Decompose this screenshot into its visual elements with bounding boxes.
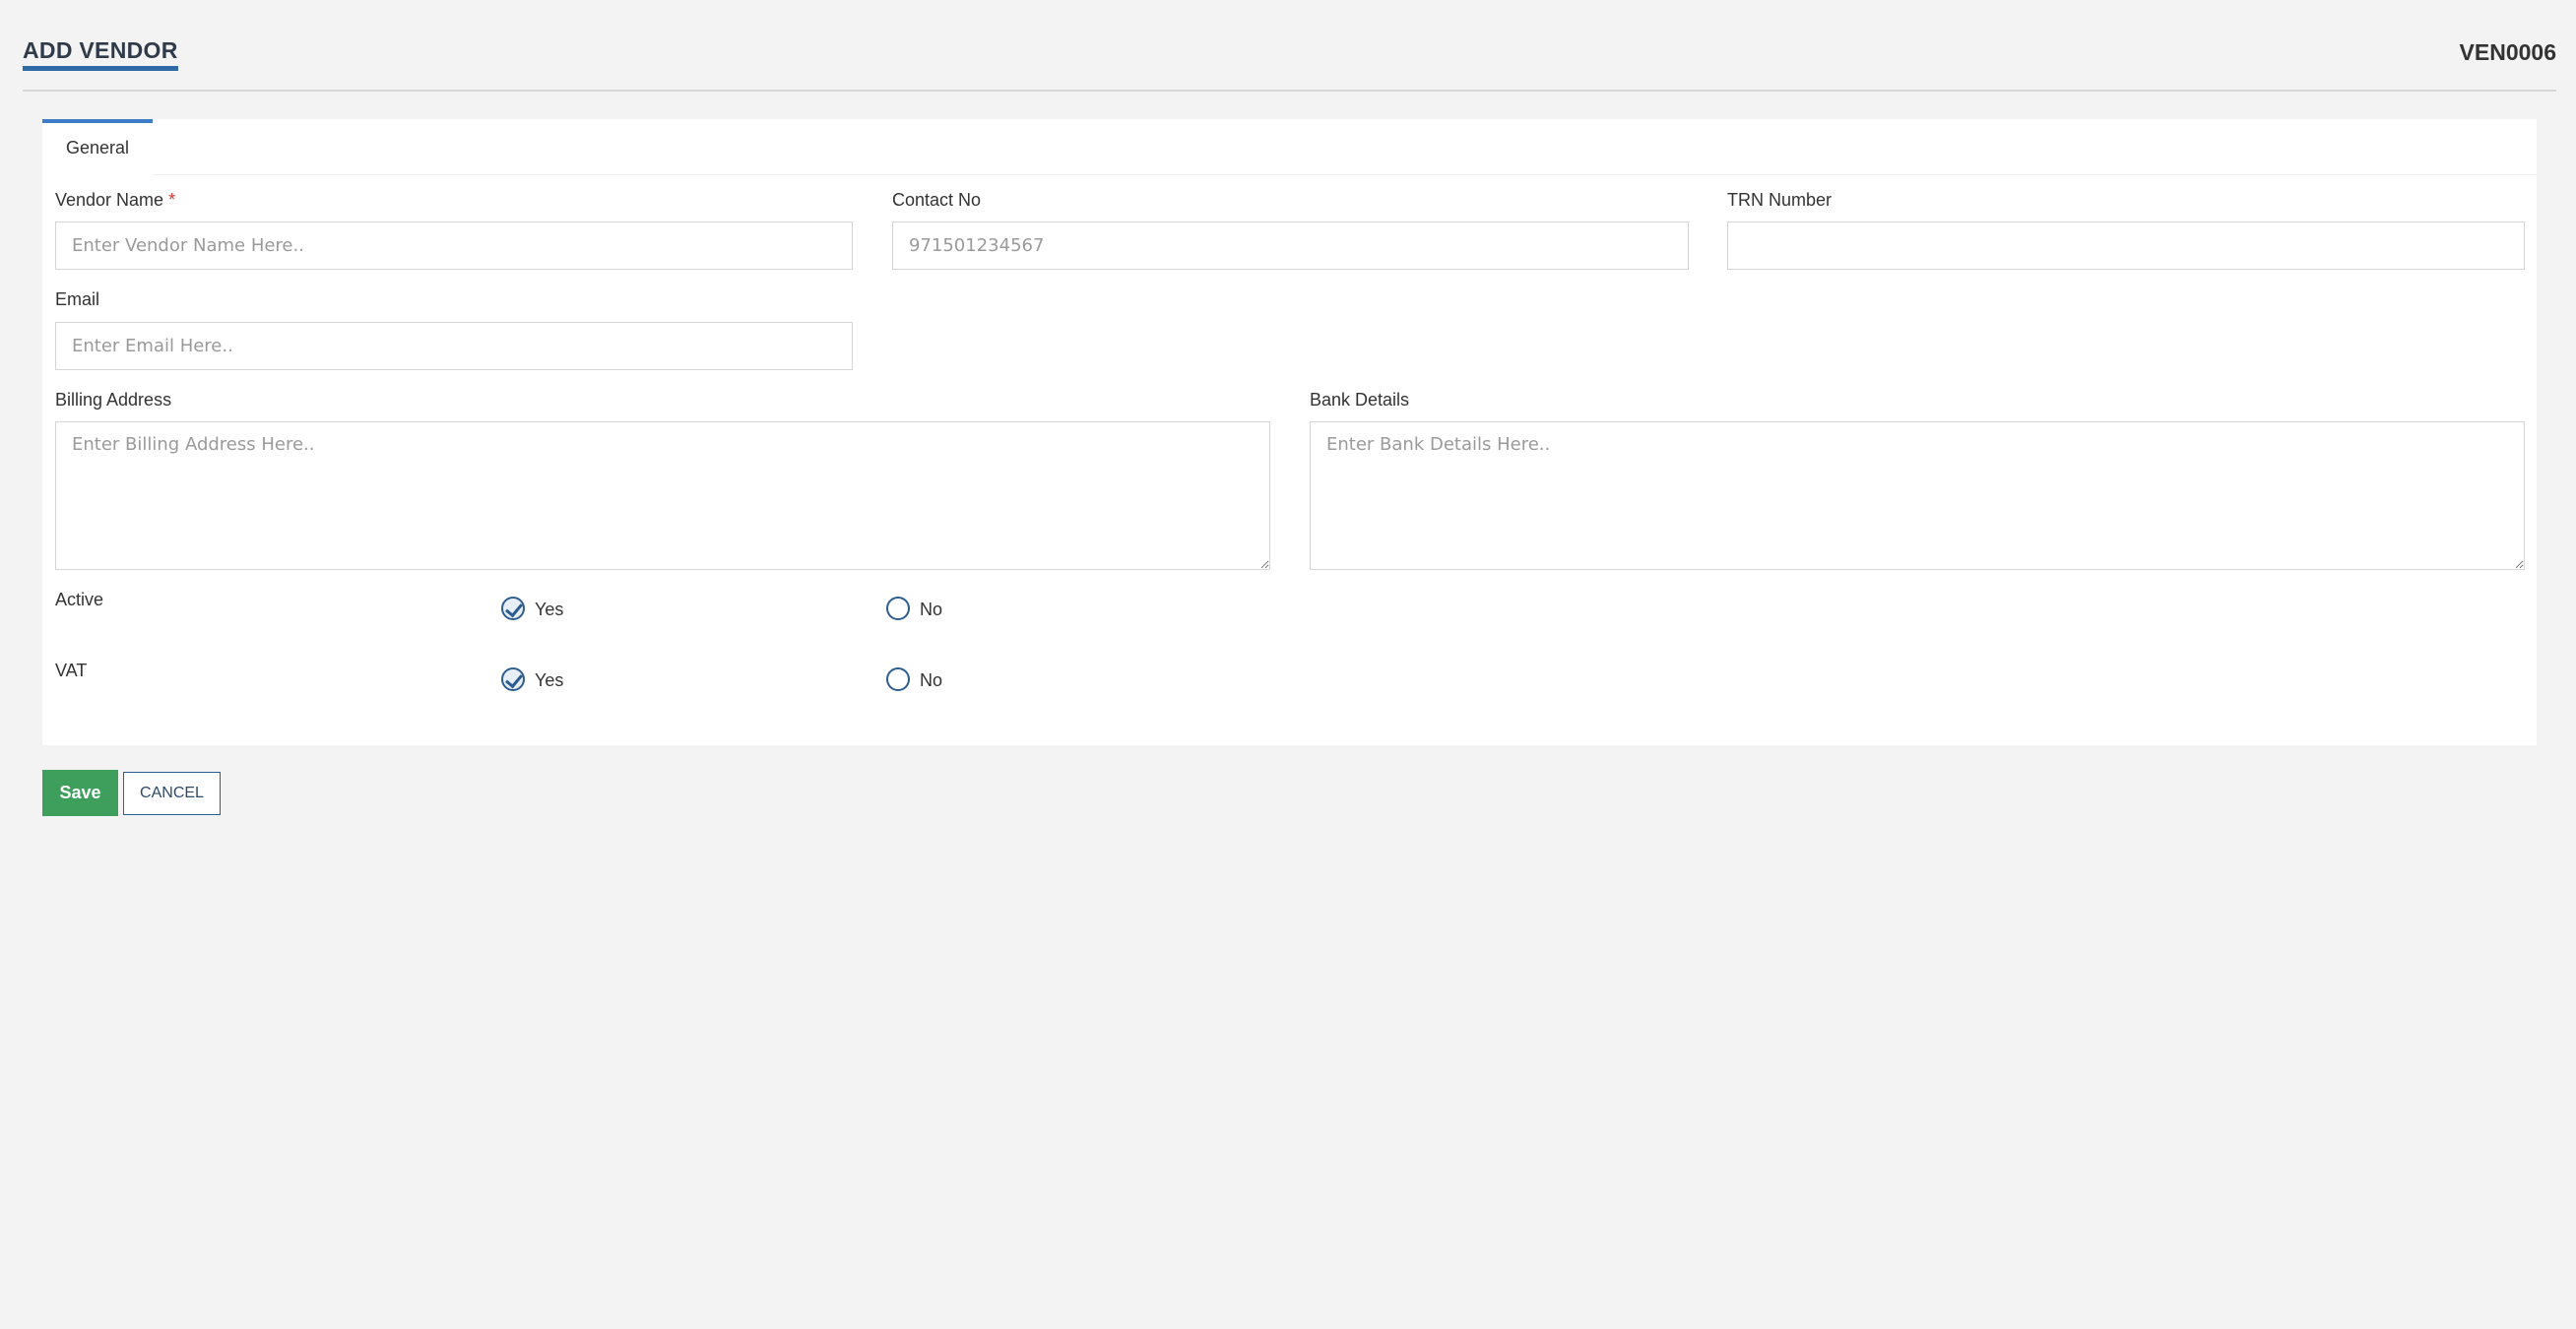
vat-label: VAT xyxy=(55,661,88,680)
contact-no-label: Contact No xyxy=(892,190,982,210)
form-card: General Vendor Name * Contact No TRN Num… xyxy=(42,119,2537,745)
vat-no-label[interactable]: No xyxy=(920,670,942,691)
trn-number-input[interactable] xyxy=(1727,222,2525,270)
vendor-name-label: Vendor Name * xyxy=(55,190,175,211)
required-mark: * xyxy=(168,190,176,210)
contact-no-input[interactable] xyxy=(892,222,1689,270)
vat-yes-label[interactable]: Yes xyxy=(535,670,563,691)
page-title: ADD VENDOR xyxy=(23,37,178,71)
active-yes-radio[interactable] xyxy=(501,597,525,620)
email-label: Email xyxy=(55,289,100,309)
tab-bar: General xyxy=(42,119,2537,175)
email-input[interactable] xyxy=(55,322,853,370)
bank-details-label: Bank Details xyxy=(1310,390,1410,410)
tab-general[interactable]: General xyxy=(42,119,153,175)
active-no-radio[interactable] xyxy=(886,597,910,620)
vat-yes-radio[interactable] xyxy=(501,667,525,691)
vendor-name-input[interactable] xyxy=(55,222,853,270)
billing-address-label: Billing Address xyxy=(55,390,172,410)
cancel-button[interactable]: CANCEL xyxy=(123,772,221,815)
billing-address-textarea[interactable] xyxy=(55,421,1270,570)
trn-number-label: TRN Number xyxy=(1727,190,1833,210)
save-button[interactable]: Save xyxy=(42,770,118,816)
active-label: Active xyxy=(55,590,104,609)
bank-details-textarea[interactable] xyxy=(1310,421,2525,570)
page-header: ADD VENDOR VEN0006 xyxy=(23,0,2556,92)
active-yes-label[interactable]: Yes xyxy=(535,600,563,620)
vendor-code: VEN0006 xyxy=(2459,39,2556,65)
active-no-label[interactable]: No xyxy=(920,600,942,620)
vendor-name-label-text: Vendor Name xyxy=(55,190,164,210)
vat-no-radio[interactable] xyxy=(886,667,910,691)
